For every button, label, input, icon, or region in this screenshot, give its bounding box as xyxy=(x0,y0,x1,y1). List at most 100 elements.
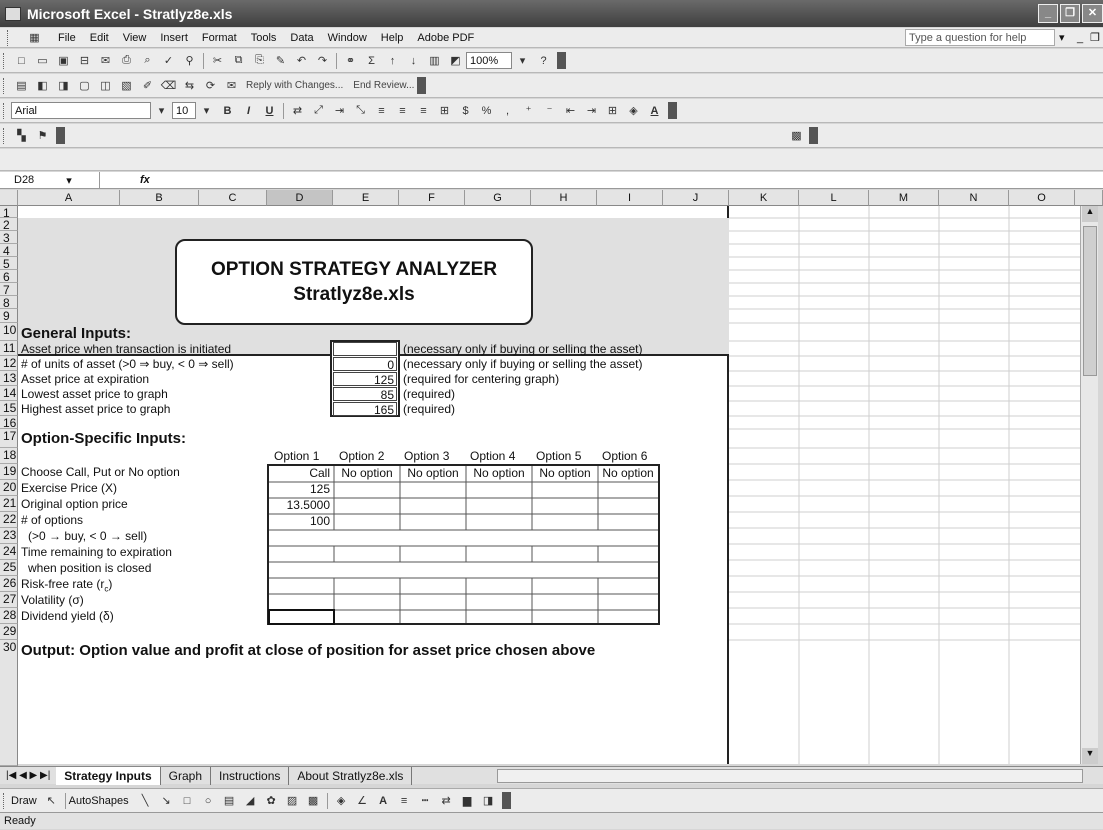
tab-about[interactable]: About Stratlyz8e.xls xyxy=(289,766,413,785)
fx-icon[interactable]: fx xyxy=(140,174,150,186)
drawing-icon[interactable]: ◩ xyxy=(446,52,465,69)
menu-tools[interactable]: Tools xyxy=(251,32,277,44)
merge-center-icon[interactable]: ⊞ xyxy=(435,102,454,119)
toolbar-options-icon[interactable] xyxy=(417,77,427,94)
text-rotate-2-icon[interactable]: ⤡ xyxy=(351,102,370,119)
row-header[interactable]: 3 xyxy=(0,231,18,244)
fill-color-draw-icon[interactable]: ◈ xyxy=(332,792,351,809)
menu-window[interactable]: Window xyxy=(328,32,367,44)
increase-indent-icon[interactable]: ⇥ xyxy=(582,102,601,119)
column-header[interactable]: D xyxy=(267,190,333,206)
row-header[interactable]: 15 xyxy=(0,401,18,416)
select-all-corner[interactable] xyxy=(0,190,18,206)
tab-graph[interactable]: Graph xyxy=(161,766,212,785)
close-button[interactable]: ✕ xyxy=(1082,4,1103,23)
3d-icon[interactable]: ◨ xyxy=(479,792,498,809)
reply-with-changes-button[interactable]: Reply with Changes... xyxy=(246,80,343,91)
font-color-icon[interactable]: A xyxy=(645,102,664,119)
tab-strategy-inputs[interactable]: Strategy Inputs xyxy=(56,766,161,785)
row-header[interactable]: 20 xyxy=(0,480,18,496)
paste-icon[interactable]: ⎘ xyxy=(250,52,269,69)
row-header[interactable]: 9 xyxy=(0,309,18,323)
end-review-button[interactable]: End Review... xyxy=(353,80,414,91)
toolbar-options-icon[interactable] xyxy=(809,127,818,144)
text-rotate-icon[interactable]: ⤢ xyxy=(309,102,328,119)
adobe-convert-icon[interactable]: ▩ xyxy=(787,127,806,144)
toolbar-options-icon[interactable] xyxy=(668,102,677,119)
column-header[interactable]: I xyxy=(597,190,663,206)
font-color-draw-icon[interactable]: A xyxy=(374,792,393,809)
tab-scroll-icons[interactable]: |◀ ◀ ▶ ▶| xyxy=(0,770,56,781)
track-changes-icon[interactable]: ⇆ xyxy=(180,77,199,94)
underline-icon[interactable]: U xyxy=(260,102,279,119)
minimize-button[interactable]: _ xyxy=(1038,4,1058,23)
print-preview-icon[interactable]: ⌕ xyxy=(138,52,157,69)
option-5-type[interactable]: No option xyxy=(532,466,598,482)
increase-decimal-icon[interactable]: ⁺ xyxy=(519,102,538,119)
new-comment-icon[interactable]: ▤ xyxy=(12,77,31,94)
undo-icon[interactable]: ↶ xyxy=(292,52,311,69)
draw-menu[interactable]: Draw xyxy=(11,795,37,807)
redo-icon[interactable]: ↷ xyxy=(313,52,332,69)
zoom-select[interactable]: 100% xyxy=(466,52,512,69)
align-right-icon[interactable]: ≡ xyxy=(414,102,433,119)
security-icon[interactable]: ⚑ xyxy=(33,127,52,144)
column-header[interactable]: J xyxy=(663,190,729,206)
column-header[interactable]: N xyxy=(939,190,1009,206)
row-header[interactable]: 19 xyxy=(0,464,18,480)
dash-style-icon[interactable]: ┅ xyxy=(416,792,435,809)
align-center-icon[interactable]: ≡ xyxy=(393,102,412,119)
menu-help[interactable]: Help xyxy=(381,32,404,44)
highest-price-input[interactable]: 165 xyxy=(333,402,397,417)
asset-price-input[interactable] xyxy=(333,342,397,356)
macro-icon[interactable]: ▚ xyxy=(12,127,31,144)
row-header[interactable]: 1 xyxy=(0,206,18,218)
column-header[interactable]: O xyxy=(1009,190,1075,206)
arrow-style-icon[interactable]: ⇄ xyxy=(437,792,456,809)
borders-icon[interactable]: ⊞ xyxy=(603,102,622,119)
new-icon[interactable]: □ xyxy=(12,52,31,69)
copy-icon[interactable]: ⧉ xyxy=(229,52,248,69)
menu-view[interactable]: View xyxy=(123,32,147,44)
menu-data[interactable]: Data xyxy=(290,32,313,44)
previous-comment-icon[interactable]: ◧ xyxy=(33,77,52,94)
format-painter-icon[interactable]: ✎ xyxy=(271,52,290,69)
column-header[interactable]: A xyxy=(18,190,120,206)
option-1-exercise[interactable]: 125 xyxy=(269,482,334,498)
row-header[interactable]: 2 xyxy=(0,218,18,231)
excel-app-icon[interactable] xyxy=(5,6,21,21)
column-header[interactable]: L xyxy=(799,190,869,206)
tab-instructions[interactable]: Instructions xyxy=(211,766,290,785)
decrease-indent-icon[interactable]: ⇤ xyxy=(561,102,580,119)
scroll-down-icon[interactable]: ▼ xyxy=(1082,748,1098,764)
column-header[interactable]: F xyxy=(399,190,465,206)
document-icon[interactable]: ▦ xyxy=(25,29,44,46)
fill-color-icon[interactable]: ◈ xyxy=(624,102,643,119)
chart-wizard-icon[interactable]: ▥ xyxy=(425,52,444,69)
wordart-icon[interactable]: ◢ xyxy=(241,792,260,809)
column-header[interactable]: M xyxy=(869,190,939,206)
help-search-input[interactable]: Type a question for help xyxy=(905,29,1055,46)
row-header[interactable]: 27 xyxy=(0,592,18,608)
active-cell-d28[interactable] xyxy=(268,609,335,625)
text-direction-icon[interactable]: ⇄ xyxy=(288,102,307,119)
option-1-price[interactable]: 13.5000 xyxy=(269,498,334,514)
line-icon[interactable]: ╲ xyxy=(136,792,155,809)
diagram-icon[interactable]: ✿ xyxy=(262,792,281,809)
row-header[interactable]: 18 xyxy=(0,448,18,464)
rectangle-icon[interactable]: □ xyxy=(178,792,197,809)
toolbar-options-icon[interactable] xyxy=(501,792,511,809)
decrease-decimal-icon[interactable]: ⁻ xyxy=(540,102,559,119)
ink-icon[interactable]: ✐ xyxy=(138,77,157,94)
arrow-icon[interactable]: ↘ xyxy=(157,792,176,809)
toolbar-options-icon[interactable] xyxy=(557,52,566,69)
row-header[interactable]: 5 xyxy=(0,257,18,270)
select-objects-icon[interactable]: ↖ xyxy=(42,792,61,809)
font-select[interactable]: Arial xyxy=(11,102,151,119)
units-input[interactable]: 0 xyxy=(333,357,397,372)
name-box-dropdown-icon[interactable]: ▾ xyxy=(66,174,72,187)
vertical-scrollbar[interactable]: ▲ ▼ xyxy=(1080,206,1098,764)
permission-icon[interactable]: ⊟ xyxy=(75,52,94,69)
row-header[interactable]: 13 xyxy=(0,371,18,386)
currency-icon[interactable]: $ xyxy=(456,102,475,119)
